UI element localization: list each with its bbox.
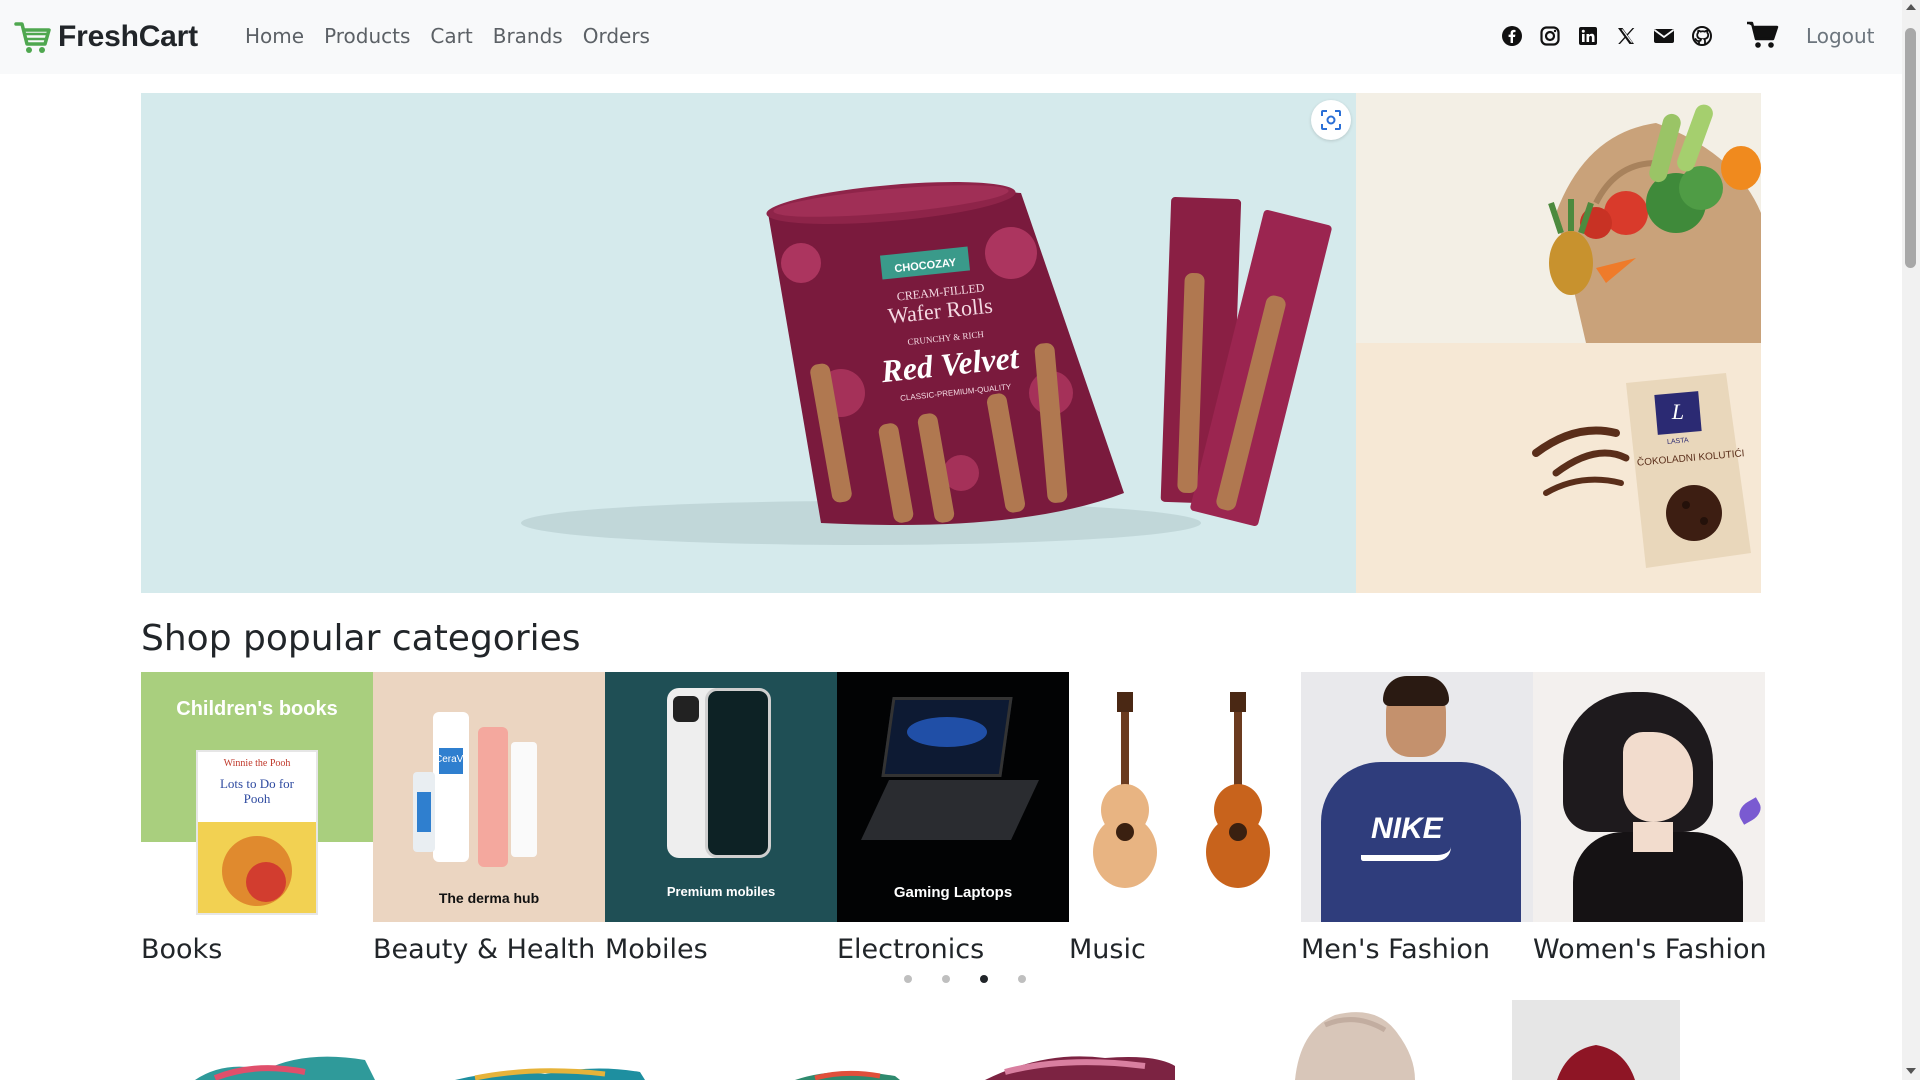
category-image: CeraVe The derma hub xyxy=(373,672,605,922)
category-caption: Premium mobiles xyxy=(666,884,776,899)
wafer-rolls-product-image: CHOCOZAY CREAM-FILLED Wafer Rolls CRUNCH… xyxy=(521,182,1332,545)
category-label: Books xyxy=(141,934,223,965)
category-label: Women's Fashion xyxy=(1533,934,1767,965)
scroll-thumb[interactable] xyxy=(1905,28,1916,268)
hero-side-groceries[interactable] xyxy=(1356,93,1761,343)
carousel-dot-2[interactable] xyxy=(942,975,950,983)
carousel-dot-4[interactable] xyxy=(1018,975,1026,983)
product-card-image[interactable] xyxy=(185,1000,375,1080)
page-scrollbar[interactable] xyxy=(1902,0,1920,1080)
category-electronics[interactable]: Gaming Laptops Electronics xyxy=(837,672,1069,965)
product-card-image[interactable] xyxy=(985,1000,1175,1080)
category-label: Mobiles xyxy=(605,934,708,965)
carousel-pagination xyxy=(904,975,1056,983)
social-links xyxy=(1500,24,1728,48)
cookie-bag-image: L LASTA ČOKOLADNI KOLUTIĆI xyxy=(1532,373,1751,568)
category-label: Electronics xyxy=(837,934,985,965)
category-womens-fashion[interactable]: Women's Fashion xyxy=(1533,672,1767,965)
grocery-bag-image xyxy=(1548,104,1761,343)
product-card-image[interactable] xyxy=(1275,1000,1425,1080)
category-caption: The derma hub xyxy=(438,890,540,906)
category-image: Children's books Winnie the Pooh Lots to… xyxy=(141,672,373,922)
hero-side-cookies[interactable]: L LASTA ČOKOLADNI KOLUTIĆI xyxy=(1356,343,1761,593)
brand-logo[interactable]: FreshCart xyxy=(14,18,198,56)
x-icon[interactable] xyxy=(1614,24,1638,48)
product-card-image[interactable] xyxy=(1512,1000,1680,1080)
nav-orders[interactable]: Orders xyxy=(583,24,650,48)
category-caption: Gaming Laptops xyxy=(893,884,1013,901)
category-label: Men's Fashion xyxy=(1301,934,1490,965)
main-nav: Home Products Cart Brands Orders xyxy=(245,24,670,48)
category-image: Gaming Laptops xyxy=(837,672,1069,922)
facebook-icon[interactable] xyxy=(1500,24,1524,48)
envelope-icon[interactable] xyxy=(1652,24,1676,48)
instagram-icon[interactable] xyxy=(1538,24,1562,48)
nav-cart[interactable]: Cart xyxy=(430,24,472,48)
category-image: NIKE xyxy=(1301,672,1533,922)
carousel-dot-1[interactable] xyxy=(904,975,912,983)
category-image xyxy=(1069,672,1301,922)
product-card-image[interactable] xyxy=(455,1000,645,1080)
category-image xyxy=(1533,672,1765,922)
visual-search-icon[interactable] xyxy=(1311,100,1351,140)
category-books[interactable]: Children's books Winnie the Pooh Lots to… xyxy=(141,672,373,965)
category-beauty-health[interactable]: CeraVe The derma hub Beauty & Health xyxy=(373,672,605,965)
nav-products[interactable]: Products xyxy=(324,24,410,48)
category-mens-fashion[interactable]: NIKE Men's Fashion xyxy=(1301,672,1533,965)
logout-link[interactable]: Logout xyxy=(1806,24,1874,48)
category-label: Beauty & Health xyxy=(373,934,596,965)
cart-icon[interactable] xyxy=(1746,20,1780,50)
svg-text:L: L xyxy=(1671,399,1684,424)
navbar: FreshCart Home Products Cart Brands Orde… xyxy=(0,0,1902,74)
category-image: Premium mobiles xyxy=(605,672,837,922)
nav-home[interactable]: Home xyxy=(245,24,304,48)
shopping-cart-icon xyxy=(14,22,51,53)
nav-brands[interactable]: Brands xyxy=(493,24,563,48)
brand-name: FreshCart xyxy=(58,20,198,53)
category-mobiles[interactable]: Premium mobiles Mobiles xyxy=(605,672,837,965)
linkedin-icon[interactable] xyxy=(1576,24,1600,48)
hero-main-slide[interactable]: CHOCOZAY CREAM-FILLED Wafer Rolls CRUNCH… xyxy=(141,93,1356,593)
category-slider[interactable]: Children's books Winnie the Pooh Lots to… xyxy=(141,672,1767,972)
carousel-dot-3[interactable] xyxy=(980,975,988,983)
github-icon[interactable] xyxy=(1690,24,1714,48)
category-music[interactable]: Music xyxy=(1069,672,1301,965)
category-caption: Children's books xyxy=(176,698,338,720)
category-label: Music xyxy=(1069,934,1146,965)
section-title: Shop popular categories xyxy=(141,618,581,659)
scroll-down-arrow-icon[interactable] xyxy=(1906,1068,1916,1074)
product-card-image[interactable] xyxy=(785,1000,905,1080)
scroll-up-arrow-icon[interactable] xyxy=(1906,4,1916,10)
